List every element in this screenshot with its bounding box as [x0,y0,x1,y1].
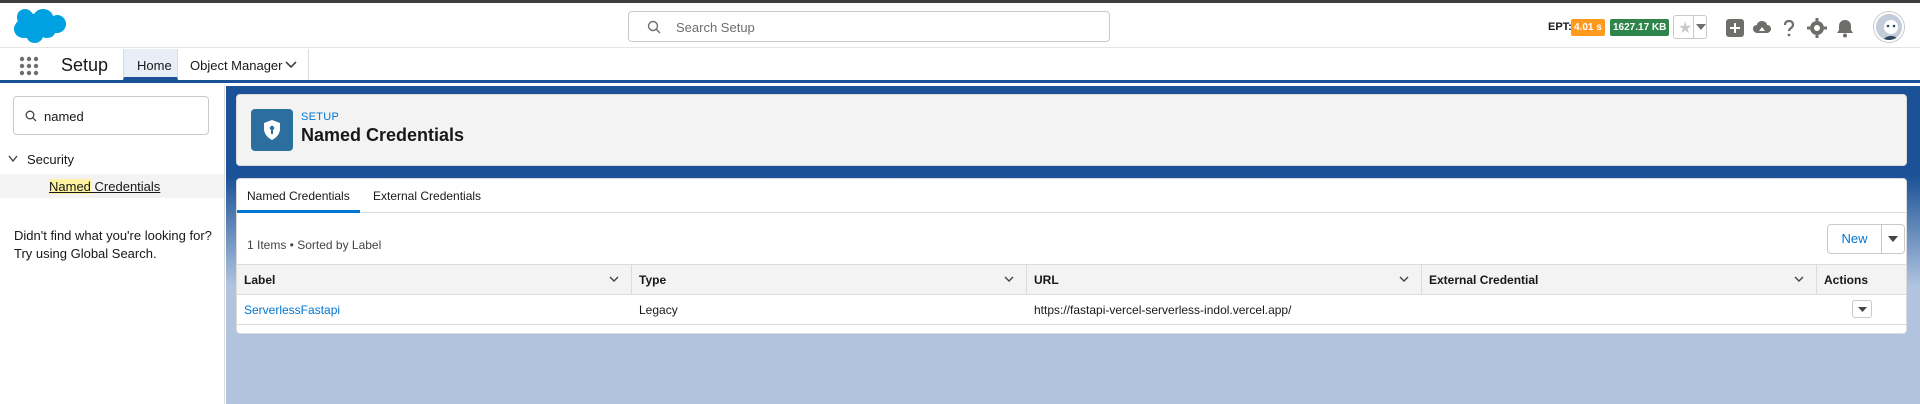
trailhead-icon[interactable] [1751,17,1773,39]
app-name: Setup [61,55,109,75]
setup-sidebar: named Security Named Credentials Didn't … [0,86,225,404]
global-header: Search Setup EPT: 4.01 s 1627.17 KB ★ [0,3,1920,48]
chevron-down-icon [1696,24,1706,30]
tree-item-named-credentials[interactable]: Named Credentials [0,174,224,198]
row-url: https://fastapi-vercel-serverless-indol.… [1034,303,1292,317]
search-highlight: Named [49,179,91,194]
tab-external-credentials[interactable]: External Credentials [373,179,481,213]
help-icon[interactable] [1778,17,1800,39]
column-header-type[interactable]: Type [632,265,1027,294]
chevron-down-icon [8,155,18,163]
main-content: SETUP Named Credentials Named Credential… [226,86,1920,404]
chevron-down-icon[interactable] [1794,276,1804,283]
column-header-label[interactable]: Label [237,265,632,294]
help-line-2: Try using Global Search. [14,246,157,261]
row-label-link[interactable]: ServerlessFastapi [244,303,340,317]
app-launcher-icon[interactable] [19,56,39,76]
add-icon[interactable] [1724,17,1746,39]
column-label: Type [639,273,667,287]
column-header-external-credential[interactable]: External Credential [1422,265,1817,294]
bell-icon[interactable] [1834,17,1856,39]
chevron-down-icon[interactable] [1399,276,1409,283]
credential-tabs: Named Credentials External Credentials [237,179,1906,213]
ept-badge: 4.01 s [1571,19,1605,36]
credentials-card: Named Credentials External Credentials 1… [236,178,1907,334]
help-text: Didn't find what you're looking for? Try… [14,227,212,263]
chevron-down-icon [1888,236,1898,242]
column-label: Actions [1824,273,1869,287]
gear-icon[interactable] [1806,17,1828,39]
column-header-actions: Actions [1817,265,1907,294]
kb-badge: 1627.17 KB [1610,19,1670,36]
salesforce-logo[interactable] [12,8,66,46]
search-icon [647,20,661,34]
tab-object-manager-label: Object Manager [190,58,283,73]
page-title: Named Credentials [301,125,465,145]
help-line-1: Didn't find what you're looking for? [14,228,212,243]
tree-item-label-rest: Credentials [90,179,161,194]
column-header-url[interactable]: URL [1027,265,1422,294]
new-dropdown-button[interactable] [1881,224,1905,254]
tab-named-credentials[interactable]: Named Credentials [237,179,360,213]
column-label: URL [1034,273,1059,287]
context-nav: Setup Home Object Manager [0,49,1920,83]
quick-find-input[interactable]: named [13,96,209,135]
item-count: 1 Items • Sorted by Label [247,238,382,252]
quick-find-value: named [44,109,84,124]
setup-search[interactable]: Search Setup [628,11,1110,42]
tree-section-label: Security [27,152,74,167]
tab-object-manager[interactable]: Object Manager [179,49,309,80]
ept-label: EPT: [1548,21,1572,33]
avatar[interactable] [1874,12,1904,42]
favorites-dropdown[interactable] [1693,16,1707,38]
chevron-down-icon[interactable] [285,61,297,69]
table-row: ServerlessFastapi Legacy https://fastapi… [237,295,1906,325]
star-icon[interactable]: ★ [1678,18,1692,38]
row-actions-button[interactable] [1852,300,1872,318]
search-icon [25,110,37,122]
chevron-down-icon[interactable] [1004,276,1014,283]
column-label: External Credential [1429,273,1539,287]
tab-home-label: Home [137,58,172,73]
chevron-down-icon [1858,307,1867,312]
table-header: Label Type URL External Credential Actio… [237,264,1906,295]
user-avatar-icon [1876,14,1902,40]
search-placeholder: Search Setup [676,20,755,35]
chevron-down-icon[interactable] [609,276,619,283]
new-button[interactable]: New [1827,224,1882,254]
tree-item-label[interactable]: Named Credentials [49,179,160,194]
shield-icon [264,120,280,140]
page-icon [251,109,293,151]
row-type: Legacy [639,303,678,317]
column-label: Label [244,273,276,287]
favorites-button[interactable]: ★ [1673,15,1707,39]
tab-home[interactable]: Home [123,49,178,80]
page-eyebrow: SETUP [301,111,340,123]
page-header: SETUP Named Credentials [236,94,1907,166]
